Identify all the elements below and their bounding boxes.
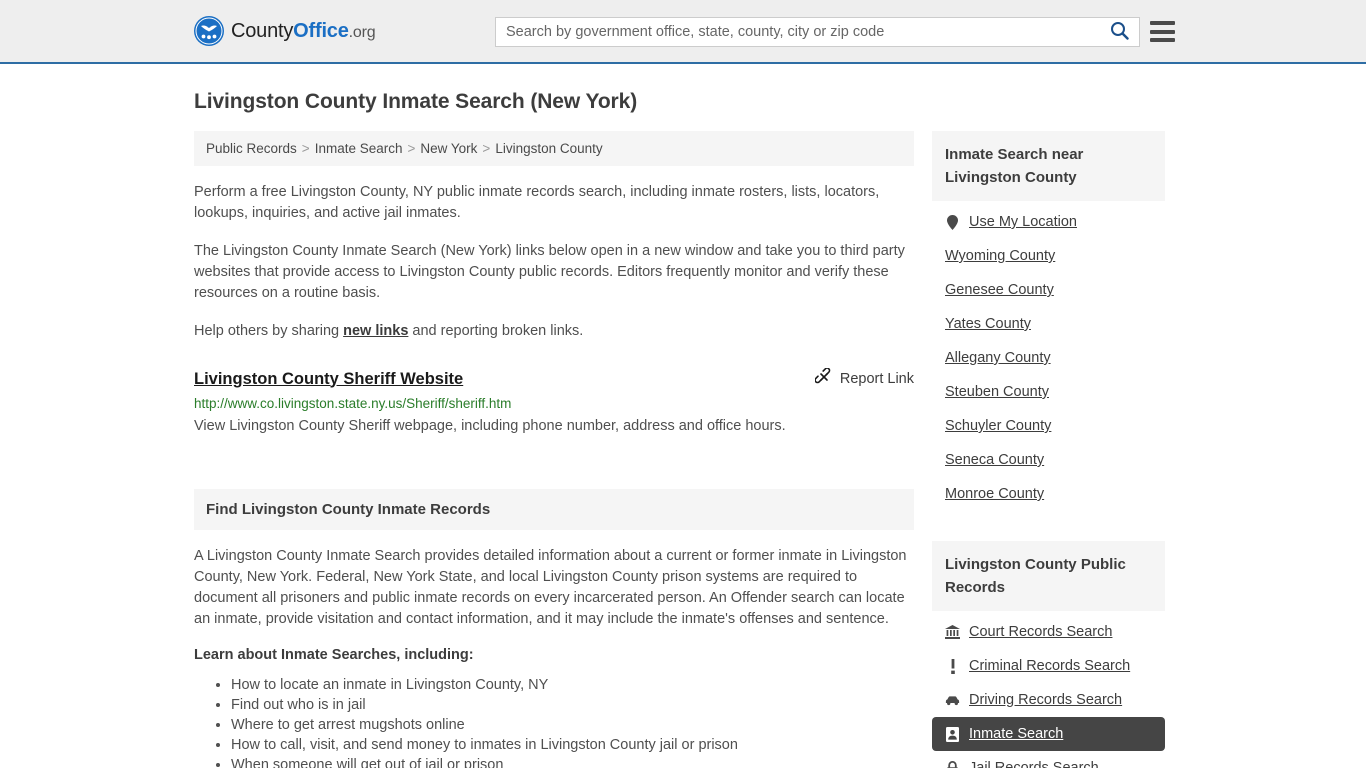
sidebar-link-label[interactable]: Wyoming County xyxy=(945,248,1055,264)
sidebar-link-label[interactable]: Inmate Search xyxy=(969,726,1063,742)
sidebar-item-genesee-county[interactable]: Genesee County xyxy=(932,273,1165,307)
breadcrumb-item-inmate-search[interactable]: Inmate Search xyxy=(315,141,403,156)
breadcrumb-separator: > xyxy=(482,141,491,156)
intro-paragraph-3: Help others by sharing new links and rep… xyxy=(194,321,914,342)
sidebar-link-label[interactable]: Steuben County xyxy=(945,384,1049,400)
breadcrumb-item-new-york[interactable]: New York xyxy=(420,141,477,156)
car-icon xyxy=(945,692,960,708)
breadcrumb-item-public-records[interactable]: Public Records xyxy=(206,141,297,156)
sidebar-item-allegany-county[interactable]: Allegany County xyxy=(932,341,1165,375)
search-bar[interactable] xyxy=(495,17,1140,47)
sidebar-link-label[interactable]: Court Records Search xyxy=(969,624,1112,640)
brand-part-office: Office xyxy=(293,19,349,42)
sidebar-link-label[interactable]: Allegany County xyxy=(945,350,1051,366)
page-title: Livingston County Inmate Search (New Yor… xyxy=(194,90,638,113)
site-header: CountyOffice.org xyxy=(0,0,1366,64)
sidebar-public-records-heading: Livingston County Public Records xyxy=(932,541,1165,611)
lock-icon xyxy=(945,760,960,768)
courthouse-icon xyxy=(945,624,960,640)
breadcrumb-item-livingston-county[interactable]: Livingston County xyxy=(495,141,602,156)
learn-about-lead: Learn about Inmate Searches, including: xyxy=(194,647,474,663)
section-body: A Livingston County Inmate Search provid… xyxy=(194,530,914,768)
sidebar-link-label[interactable]: Yates County xyxy=(945,316,1031,332)
breadcrumb: Public Records > Inmate Search > New York > Li… xyxy=(194,131,914,166)
sidebar-item-inmate-search[interactable]: Inmate Search xyxy=(932,717,1165,751)
id-card-icon xyxy=(945,726,960,742)
broken-link-icon xyxy=(814,367,833,390)
hamburger-menu-icon[interactable] xyxy=(1150,21,1175,42)
sidebar-item-jail-records-search[interactable]: Jail Records Search xyxy=(932,751,1165,768)
sidebar-item-use-my-location[interactable]: Use My Location xyxy=(932,205,1165,239)
exclamation-icon xyxy=(945,658,960,674)
sidebar-item-schuyler-county[interactable]: Schuyler County xyxy=(932,409,1165,443)
report-link-label: Report Link xyxy=(839,371,914,387)
report-link-button[interactable]: Report Link xyxy=(814,367,914,390)
sidebar-link-label[interactable]: Jail Records Search xyxy=(969,760,1099,768)
sidebar-link-label[interactable]: Monroe County xyxy=(945,486,1044,502)
sidebar-link-label[interactable]: Schuyler County xyxy=(945,418,1051,434)
site-logo-text: CountyOffice.org xyxy=(231,19,376,43)
result-description: View Livingston County Sheriff webpage, … xyxy=(194,418,786,434)
main-content: Public Records > Inmate Search > New York > Li… xyxy=(194,131,914,768)
sidebar-link-label[interactable]: Seneca County xyxy=(945,452,1044,468)
sidebar-item-steuben-county[interactable]: Steuben County xyxy=(932,375,1165,409)
list-item: Find out who is in jail xyxy=(231,695,914,715)
list-item: Where to get arrest mugshots online xyxy=(231,715,914,735)
sidebar-public-records-block: Livingston County Public Records Court R… xyxy=(932,541,1165,768)
sidebar-nearby-list: Use My Location Wyoming County Genesee C… xyxy=(932,205,1165,511)
sidebar-item-criminal-records-search[interactable]: Criminal Records Search xyxy=(932,649,1165,683)
result-header-row: Livingston County Sheriff Website Report… xyxy=(194,367,914,390)
sidebar-link-label[interactable]: Driving Records Search xyxy=(969,692,1122,708)
intro-paragraph-1: Perform a free Livingston County, NY pub… xyxy=(194,184,880,221)
sidebar-item-yates-county[interactable]: Yates County xyxy=(932,307,1165,341)
list-item: How to call, visit, and send money to in… xyxy=(231,735,914,755)
sidebar-link-label[interactable]: Criminal Records Search xyxy=(969,658,1130,674)
list-item: How to locate an inmate in Livingston Co… xyxy=(231,675,914,695)
hamburger-bar xyxy=(1150,38,1175,42)
sidebar-item-monroe-county[interactable]: Monroe County xyxy=(932,477,1165,511)
learn-about-list: How to locate an inmate in Livingston Co… xyxy=(194,675,914,768)
result-url[interactable]: http://www.co.livingston.state.ny.us/She… xyxy=(194,396,914,411)
sidebar-public-records-list: Court Records Search Criminal Records Se… xyxy=(932,615,1165,768)
search-button[interactable] xyxy=(1099,18,1139,46)
section-heading: Find Livingston County Inmate Records xyxy=(194,489,914,530)
result-title-link[interactable]: Livingston County Sheriff Website xyxy=(194,370,463,389)
breadcrumb-separator: > xyxy=(407,141,416,156)
share-text-after: and reporting broken links. xyxy=(408,323,584,339)
content-columns: Public Records > Inmate Search > New York > Li… xyxy=(194,131,1172,768)
result-link-block: Livingston County Sheriff Website Report… xyxy=(194,367,914,437)
site-logo[interactable]: CountyOffice.org xyxy=(194,16,376,46)
sidebar-item-court-records-search[interactable]: Court Records Search xyxy=(932,615,1165,649)
brand-part-county: County xyxy=(231,19,294,42)
sidebar-item-driving-records-search[interactable]: Driving Records Search xyxy=(932,683,1165,717)
eagle-seal-icon xyxy=(194,16,224,46)
intro-paragraph-2: The Livingston County Inmate Search (New… xyxy=(194,243,905,301)
share-text-before: Help others by sharing xyxy=(194,323,344,339)
sidebar-link-label[interactable]: Use My Location xyxy=(969,214,1077,230)
map-pin-icon xyxy=(945,214,960,230)
hamburger-bar xyxy=(1150,29,1175,34)
sidebar-link-label[interactable]: Genesee County xyxy=(945,282,1054,298)
sidebar-item-wyoming-county[interactable]: Wyoming County xyxy=(932,239,1165,273)
hamburger-bar xyxy=(1150,21,1175,25)
list-item: When someone will get out of jail or pri… xyxy=(231,755,914,768)
breadcrumb-separator: > xyxy=(301,141,310,156)
page-container: Livingston County Inmate Search (New Yor… xyxy=(0,90,1366,768)
search-icon xyxy=(1110,21,1129,43)
sidebar: Inmate Search near Livingston County Use… xyxy=(932,131,1165,768)
sidebar-nearby-heading: Inmate Search near Livingston County xyxy=(932,131,1165,201)
search-input[interactable] xyxy=(496,18,1099,46)
sidebar-item-seneca-county[interactable]: Seneca County xyxy=(932,443,1165,477)
section-paragraph: A Livingston County Inmate Search provid… xyxy=(194,548,907,627)
brand-part-org: .org xyxy=(348,23,376,41)
new-links-link[interactable]: new links xyxy=(343,323,408,339)
